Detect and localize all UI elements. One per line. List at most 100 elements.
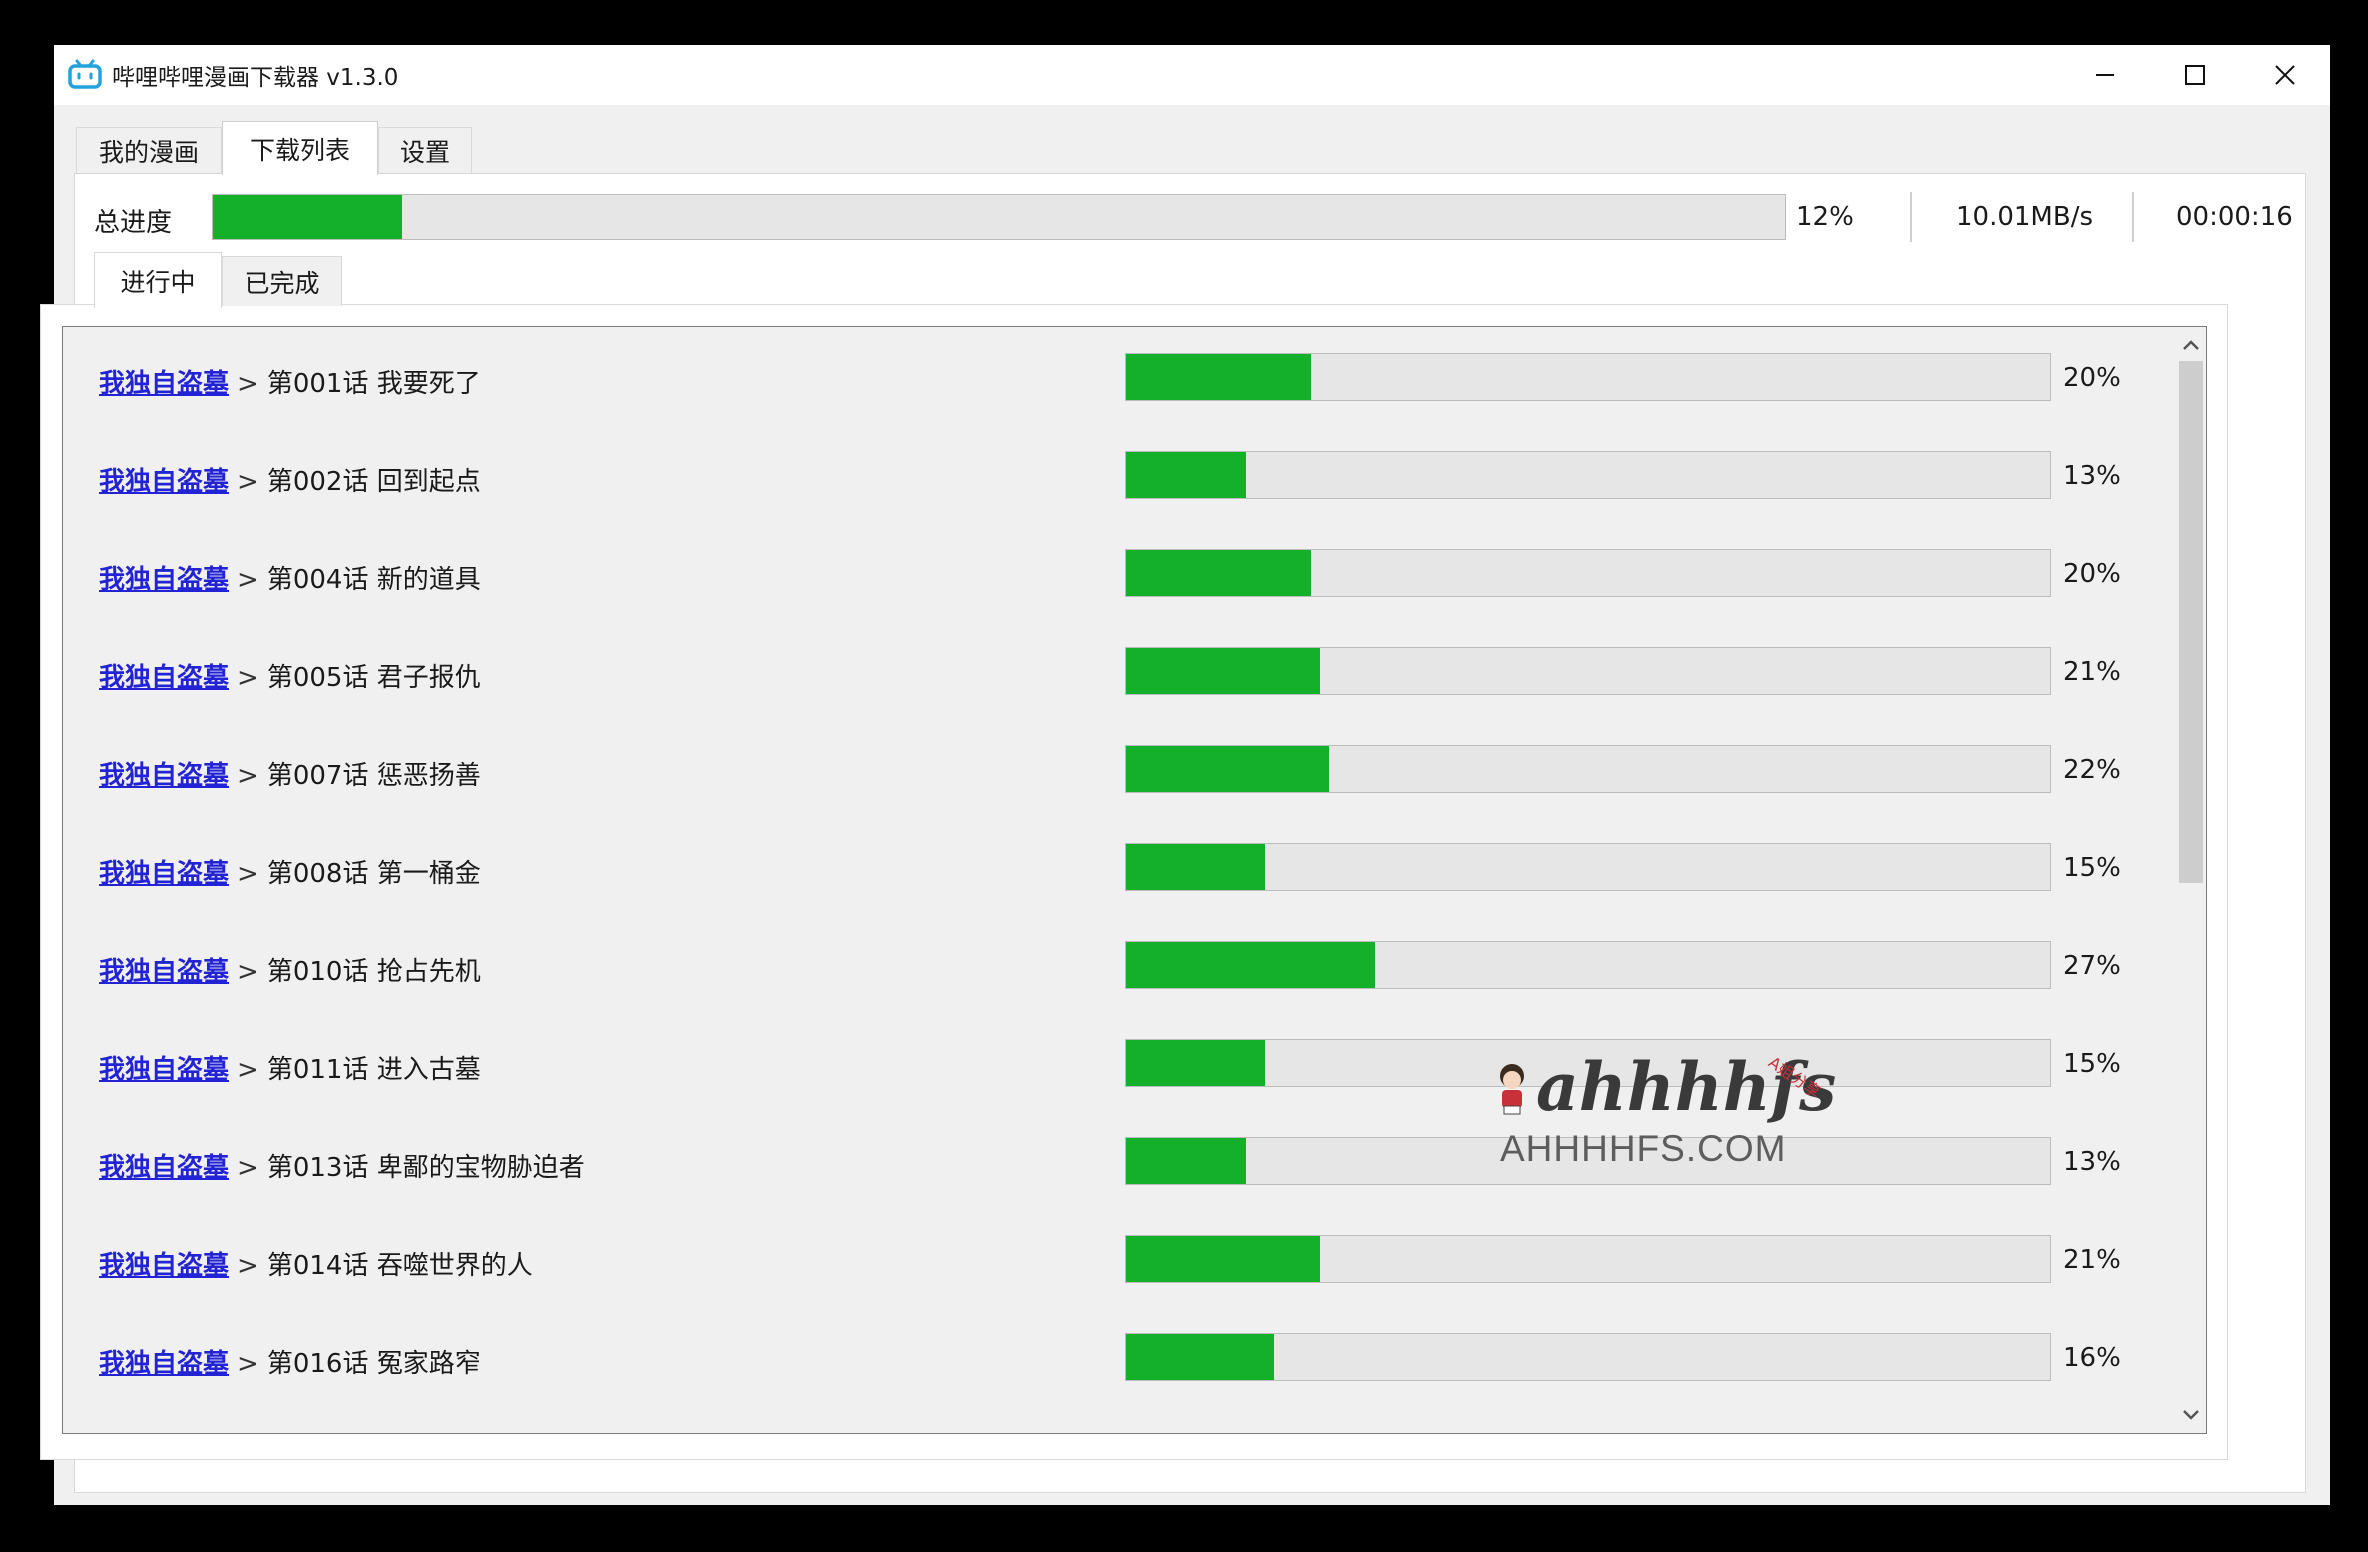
scroll-up-button[interactable] <box>2175 327 2206 363</box>
vertical-scrollbar[interactable] <box>2175 327 2206 1433</box>
episode-progress-percent: 27% <box>2063 951 2121 981</box>
comic-title-link[interactable]: 我独自盗墓 <box>99 1349 229 1379</box>
episode-progress-percent: 20% <box>2063 363 2121 393</box>
minimize-button[interactable] <box>2060 45 2150 105</box>
title-bar[interactable]: 哔哩哔哩漫画下载器 v1.3.0 <box>54 45 2330 105</box>
episode-progress-percent: 22% <box>2063 755 2121 785</box>
breadcrumb-separator: > <box>237 369 259 399</box>
divider <box>1910 192 1912 242</box>
episode-title: 第013话 卑鄙的宝物胁迫者 <box>266 1153 585 1183</box>
close-button[interactable] <box>2240 45 2330 105</box>
divider <box>2132 192 2134 242</box>
download-row[interactable]: 我独自盗墓 > 第005话 君子报仇 21% <box>63 625 2163 723</box>
tab-completed[interactable]: 已完成 <box>222 256 342 306</box>
episode-progress-percent: 16% <box>2063 1343 2121 1373</box>
breadcrumb-separator: > <box>237 565 259 595</box>
scroll-thumb[interactable] <box>2179 361 2203 883</box>
episode-progress-bar <box>1125 549 2051 597</box>
breadcrumb-separator: > <box>237 859 259 889</box>
elapsed-time: 00:00:16 <box>2176 202 2293 232</box>
download-row-title: 我独自盗墓 > 第010话 抢占先机 <box>99 951 481 988</box>
download-row[interactable]: 我独自盗墓 > 第007话 惩恶扬善 22% <box>63 723 2163 821</box>
episode-title: 第008话 第一桶金 <box>266 859 481 889</box>
download-speed: 10.01MB/s <box>1956 202 2094 232</box>
breadcrumb-separator: > <box>237 467 259 497</box>
bilibili-tv-icon <box>68 59 102 89</box>
comic-title-link[interactable]: 我独自盗墓 <box>99 663 229 693</box>
comic-title-link[interactable]: 我独自盗墓 <box>99 1055 229 1085</box>
breadcrumb-separator: > <box>237 1055 259 1085</box>
download-row[interactable]: 我独自盗墓 > 第014话 吞噬世界的人 21% <box>63 1213 2163 1311</box>
download-row-title: 我独自盗墓 > 第013话 卑鄙的宝物胁迫者 <box>99 1147 585 1184</box>
download-row-title: 我独自盗墓 > 第002话 回到起点 <box>99 461 481 498</box>
episode-progress-bar <box>1125 843 2051 891</box>
download-row[interactable]: 我独自盗墓 > 第013话 卑鄙的宝物胁迫者 13% <box>63 1115 2163 1213</box>
download-row[interactable]: 我独自盗墓 > 第011话 进入古墓 15% <box>63 1017 2163 1115</box>
episode-progress-fill <box>1126 1040 1265 1086</box>
episode-progress-fill <box>1126 1138 1247 1184</box>
tab-download-list[interactable]: 下载列表 <box>222 121 378 175</box>
tab-my-comics[interactable]: 我的漫画 <box>76 127 222 173</box>
download-row-title: 我独自盗墓 > 第004话 新的道具 <box>99 559 481 596</box>
episode-progress-bar <box>1125 745 2051 793</box>
tab-settings[interactable]: 设置 <box>378 127 472 173</box>
download-row[interactable]: 我独自盗墓 > 第008话 第一桶金 15% <box>63 821 2163 919</box>
scroll-down-button[interactable] <box>2175 1397 2206 1433</box>
download-row[interactable]: 我独自盗墓 > 第004话 新的道具 20% <box>63 527 2163 625</box>
episode-title: 第014话 吞噬世界的人 <box>266 1251 533 1281</box>
comic-title-link[interactable]: 我独自盗墓 <box>99 565 229 595</box>
episode-progress-bar <box>1125 1235 2051 1283</box>
episode-progress-fill <box>1126 1236 1321 1282</box>
episode-progress-fill <box>1126 452 1247 498</box>
minimize-icon <box>2096 74 2114 76</box>
tab-in-progress[interactable]: 进行中 <box>94 252 222 308</box>
download-row-title: 我独自盗墓 > 第016话 冤家路窄 <box>99 1343 481 1380</box>
comic-title-link[interactable]: 我独自盗墓 <box>99 1153 229 1183</box>
episode-title: 第004话 新的道具 <box>266 565 481 595</box>
breadcrumb-separator: > <box>237 957 259 987</box>
breadcrumb-separator: > <box>237 1349 259 1379</box>
comic-title-link[interactable]: 我独自盗墓 <box>99 761 229 791</box>
comic-title-link[interactable]: 我独自盗墓 <box>99 957 229 987</box>
comic-title-link[interactable]: 我独自盗墓 <box>99 467 229 497</box>
window-title: 哔哩哔哩漫画下载器 v1.3.0 <box>112 65 399 91</box>
episode-title: 第007话 惩恶扬善 <box>266 761 481 791</box>
episode-title: 第005话 君子报仇 <box>266 663 481 693</box>
episode-progress-bar <box>1125 451 2051 499</box>
breadcrumb-separator: > <box>237 761 259 791</box>
breadcrumb-separator: > <box>237 1153 259 1183</box>
chevron-down-icon <box>2183 1410 2199 1420</box>
breadcrumb-separator: > <box>237 1251 259 1281</box>
download-row-title: 我独自盗墓 > 第014话 吞噬世界的人 <box>99 1245 533 1282</box>
episode-progress-bar <box>1125 353 2051 401</box>
episode-progress-fill <box>1126 550 1311 596</box>
download-row[interactable]: 我独自盗墓 > 第002话 回到起点 13% <box>63 429 2163 527</box>
tab-label: 进行中 <box>120 267 196 297</box>
download-row[interactable]: 我独自盗墓 > 第001话 我要死了 20% <box>63 331 2163 429</box>
breadcrumb-separator: > <box>237 663 259 693</box>
episode-title: 第016话 冤家路窄 <box>266 1349 481 1379</box>
tab-label: 已完成 <box>244 268 320 298</box>
episode-progress-fill <box>1126 844 1265 890</box>
maximize-button[interactable] <box>2150 45 2240 105</box>
episode-title: 第011话 进入古墓 <box>266 1055 481 1085</box>
episode-progress-fill <box>1126 746 1330 792</box>
download-row-title: 我独自盗墓 > 第001话 我要死了 <box>99 363 481 400</box>
tab-label: 设置 <box>399 137 450 167</box>
comic-title-link[interactable]: 我独自盗墓 <box>99 859 229 889</box>
episode-progress-fill <box>1126 648 1321 694</box>
episode-progress-percent: 15% <box>2063 853 2121 883</box>
comic-title-link[interactable]: 我独自盗墓 <box>99 369 229 399</box>
download-row[interactable]: 我独自盗墓 > 第010话 抢占先机 27% <box>63 919 2163 1017</box>
overall-progress-percent: 12% <box>1796 202 1854 232</box>
watermark-domain: AHHHHFS.COM <box>1500 1128 1787 1169</box>
comic-title-link[interactable]: 我独自盗墓 <box>99 1251 229 1281</box>
episode-title: 第010话 抢占先机 <box>266 957 481 987</box>
tab-label: 下载列表 <box>249 135 350 165</box>
download-row-title: 我独自盗墓 > 第008话 第一桶金 <box>99 853 481 890</box>
episode-title: 第001话 我要死了 <box>266 369 481 399</box>
episode-progress-fill <box>1126 1334 1274 1380</box>
download-row[interactable]: 我独自盗墓 > 第016话 冤家路窄 16% <box>63 1311 2163 1409</box>
download-list[interactable]: 我独自盗墓 > 第001话 我要死了 20% 我独自盗墓 > 第002话 回到起点 13% 我独… <box>62 326 2207 1434</box>
episode-progress-fill <box>1126 942 1376 988</box>
